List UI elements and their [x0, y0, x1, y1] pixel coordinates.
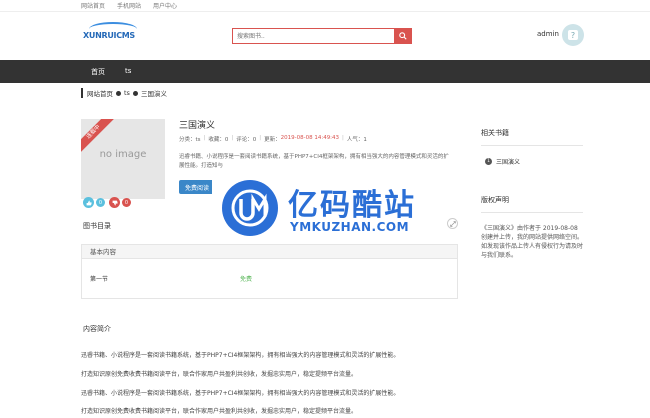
chapter-row[interactable]: 第一节 免费 [90, 274, 450, 283]
search-input[interactable] [232, 28, 394, 44]
copyright-text: 《三国演义》由作者于 2019-08-08 创建并上传，我的网站提供网络空间。如… [481, 225, 584, 259]
watermark-logo-icon [222, 180, 278, 236]
meta-update-label: 更新： [264, 137, 281, 143]
book-cover[interactable]: no image 连载中 [81, 119, 165, 199]
search-icon [399, 32, 407, 40]
like-button[interactable] [83, 197, 94, 208]
search-bar [232, 28, 412, 44]
breadcrumb: 网站首页 ts 三国演义 [81, 88, 167, 98]
top-link-user-center[interactable]: 用户中心 [153, 1, 177, 10]
main-nav: 首页 ts [0, 60, 650, 83]
meta-separator: | [259, 135, 262, 141]
chapter-status: 免费 [240, 276, 253, 283]
meta-comment: 评论：0 [236, 137, 257, 143]
book-description: 迅睿书籍、小说程序是一套阅读书籍系统，基于PHP7+CI4框架架构，拥有相当强大… [179, 154, 449, 169]
user-name[interactable]: admin [537, 30, 559, 38]
dislike-count: 0 [122, 198, 131, 207]
avatar[interactable]: ? [562, 24, 584, 46]
watermark-en: YMKUZHAN.COM [290, 220, 410, 234]
breadcrumb-separator-icon [132, 90, 138, 96]
dislike-button[interactable] [109, 197, 120, 208]
top-link-home[interactable]: 网站首页 [81, 1, 105, 10]
meta-category: 分类：ts [179, 137, 201, 143]
meta-views: 人气：1 [346, 137, 367, 143]
related-books-title: 相关书籍 [481, 129, 509, 137]
intro-title: 内容简介 [83, 325, 111, 333]
nav-item-home[interactable]: 首页 [91, 67, 105, 77]
watermark: 亿码酷站 YMKUZHAN.COM [212, 177, 438, 244]
intro-paragraph: 打造知识原创免费收费书籍阅读平台，联合作家用户共盈利共创收，发掘忠实用户，稳定提… [81, 371, 358, 378]
related-book-item[interactable]: 1 三国演义 [485, 157, 520, 166]
intro-paragraph: 迅睿书籍、小说程序是一套阅读书籍系统，基于PHP7+CI4框架架构，拥有相当强大… [81, 390, 400, 397]
thumbs-up-icon [86, 200, 92, 205]
avatar-icon: ? [568, 30, 578, 40]
related-book-rank: 1 [485, 158, 492, 165]
meta-update-time: 2019-08-08 14:49:43 [280, 135, 340, 141]
breadcrumb-separator-icon [116, 90, 121, 96]
breadcrumb-home[interactable]: 网站首页 [87, 88, 113, 98]
meta-separator: | [203, 135, 206, 141]
thumbs-down-icon [112, 200, 118, 205]
meta-collect: 收藏：0 [208, 137, 229, 143]
search-button[interactable] [394, 28, 412, 44]
nav-item-ts[interactable]: ts [125, 67, 131, 75]
svg-text:?: ? [571, 31, 575, 40]
watermark-cn: 亿码酷站 [288, 188, 416, 223]
expand-button[interactable] [447, 218, 458, 229]
intro-paragraph: 迅睿书籍、小说程序是一套阅读书籍系统，基于PHP7+CI4框架架构，拥有相当强大… [81, 352, 400, 359]
sidebar-divider [481, 145, 583, 146]
intro-paragraph: 打造知识原创免费收费书籍阅读平台，联合作家用户共盈利共创收，发掘忠实用户，稳定提… [81, 408, 358, 415]
book-meta: 分类：ts | 收藏：0 | 评论：0 | 更新： 2019-08-08 14:… [179, 135, 367, 143]
breadcrumb-category[interactable]: ts [124, 89, 130, 97]
related-book-title[interactable]: 三国演义 [496, 157, 520, 166]
sidebar-divider [481, 212, 583, 213]
chapter-box-title: 基本内容 [82, 245, 457, 259]
chapter-name[interactable]: 第一节 [90, 276, 108, 283]
site-logo[interactable]: XUNRUICMS [83, 22, 143, 42]
chapter-box: 基本内容 第一节 免费 [81, 244, 458, 299]
like-count: 0 [96, 198, 105, 207]
top-links: 网站首页 手机网站 用户中心 [81, 1, 177, 10]
expand-icon [449, 220, 456, 227]
reaction-bar: 0 0 [83, 197, 131, 208]
breadcrumb-current: 三国演义 [140, 90, 167, 98]
logo-text: XUNRUICMS [83, 31, 135, 40]
catalog-title: 图书目录 [83, 222, 111, 230]
book-title: 三国演义 [179, 121, 216, 131]
top-link-mobile[interactable]: 手机网站 [117, 1, 141, 10]
copyright-title: 版权声明 [481, 196, 509, 204]
meta-separator: | [342, 135, 344, 141]
cover-placeholder-text: no image [99, 149, 147, 160]
top-bar: 网站首页 手机网站 用户中心 [0, 0, 650, 12]
meta-separator: | [231, 135, 234, 141]
